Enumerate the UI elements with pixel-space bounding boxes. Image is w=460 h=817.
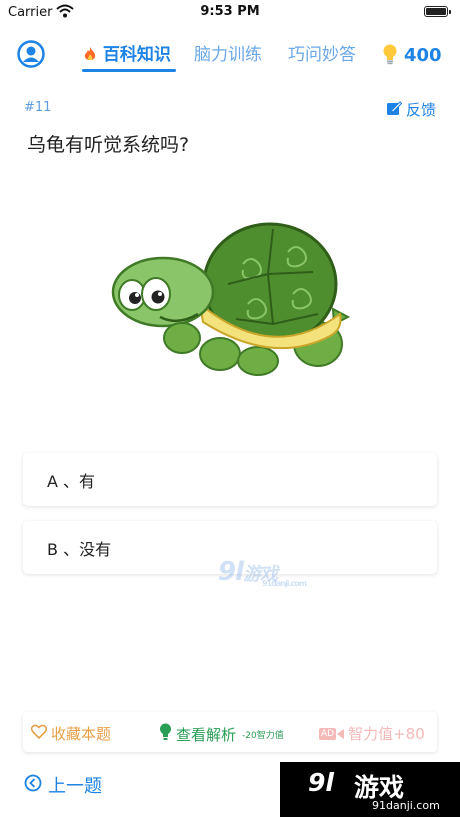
battery-cap: [449, 10, 451, 14]
tab-brain-training[interactable]: 脑力训练: [194, 40, 262, 65]
question-number: #11: [24, 100, 52, 115]
lightbulb-green-icon: [159, 723, 172, 745]
heart-icon: [30, 724, 48, 743]
favorite-button[interactable]: 收藏本题: [30, 723, 112, 744]
tab-encyclopedia[interactable]: 百科知识: [83, 40, 171, 65]
edit-icon: [386, 100, 403, 120]
circle-arrow-left-icon: [24, 774, 42, 797]
previous-question-label: 上一题: [48, 776, 102, 797]
top-nav: 百科知识 脑力训练 巧问妙答 400: [0, 30, 460, 78]
ad-badge: AD: [319, 727, 337, 740]
option-a[interactable]: A 、有: [23, 453, 437, 506]
lightbulb-icon: [381, 43, 399, 69]
view-analysis-cost: -20智力值: [242, 730, 284, 741]
brand-url: 91danji.com: [372, 799, 440, 812]
watermark-logo: 9l: [218, 557, 244, 587]
active-tab-indicator: [82, 69, 176, 72]
favorite-label: 收藏本题: [51, 725, 112, 743]
ad-video-icon: AD: [319, 727, 345, 740]
option-label: A 、有: [47, 471, 96, 491]
status-bar: Carrier 9:53 PM: [0, 0, 460, 24]
feedback-button[interactable]: 反馈: [386, 99, 436, 120]
view-analysis-button[interactable]: 查看解析 -20智力值: [159, 723, 284, 745]
tab-label: 脑力训练: [194, 45, 262, 65]
feedback-label: 反馈: [405, 101, 436, 119]
question-text: 乌龟有听觉系统吗?: [27, 134, 190, 156]
brand-logo: 9l: [308, 768, 334, 797]
action-bar: 收藏本题 查看解析 -20智力值 AD 智力值+80: [23, 712, 437, 752]
previous-question-button[interactable]: 上一题: [24, 772, 102, 798]
turtle-illustration: [108, 214, 353, 388]
fire-icon: [83, 45, 103, 65]
user-avatar-icon[interactable]: [17, 40, 45, 68]
battery-icon: [424, 6, 448, 17]
intelligence-score: 400: [404, 45, 442, 66]
tab-label: 百科知识: [102, 45, 171, 65]
reward-label: 智力值+80: [348, 725, 425, 743]
tab-label: 巧问妙答: [288, 45, 356, 65]
view-analysis-label: 查看解析: [176, 725, 237, 744]
tab-clever-qa[interactable]: 巧问妙答: [288, 40, 356, 65]
option-label: B 、没有: [47, 539, 112, 559]
watch-ad-reward-button[interactable]: AD 智力值+80: [319, 723, 425, 744]
brand-watermark: 9l 游戏 91danji.com: [280, 762, 460, 817]
site-watermark: 9l游戏 91danji.com: [218, 557, 307, 588]
clock: 9:53 PM: [200, 4, 260, 19]
watermark-url: 91danji.com: [262, 579, 307, 588]
